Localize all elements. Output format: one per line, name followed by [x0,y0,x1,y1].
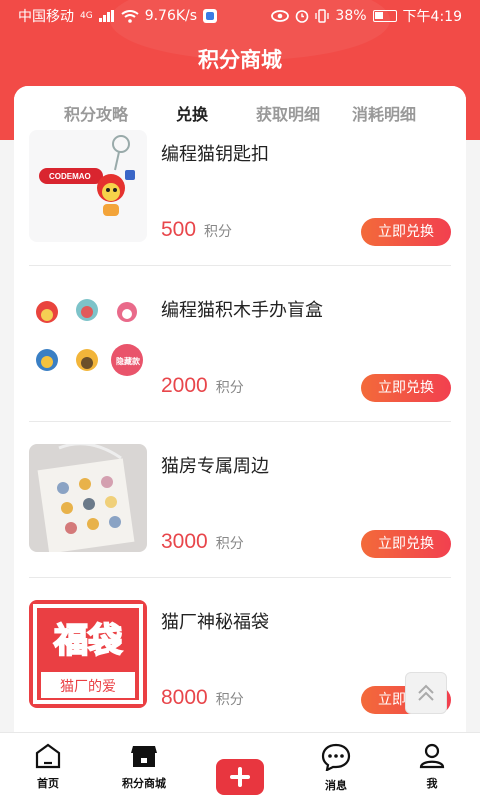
redeem-button[interactable]: 立即兑换 [361,218,451,246]
keychain-strap-label: CODEMAO [49,172,91,181]
nav-home[interactable]: 首页 [0,733,96,800]
create-button[interactable] [216,759,264,795]
carrier-label: 中国移动 [18,9,74,25]
nav-create[interactable] [192,733,288,800]
product-price: 500 积分 [161,218,232,242]
product-item[interactable]: CODEMAO 编程猫钥匙扣 500 积分 立即兑换 [29,130,451,266]
tab-points-guide[interactable]: 积分攻略 [48,101,144,125]
product-item[interactable]: 隐藏款 编程猫积木手办盲盒 2000 积分 立即兑换 [29,266,451,422]
price-unit: 积分 [215,536,244,552]
time-label: 下午4:19 [402,9,462,25]
blindbox-image: 隐藏款 [36,299,143,376]
message-icon [321,743,351,771]
keychain-image: CODEMAO [39,135,135,216]
nav-profile[interactable]: 我 [384,733,480,800]
plus-icon [230,767,250,787]
luckybag-title: 福袋 [53,621,122,661]
bottom-nav: 首页 积分商城 消息 我 [0,732,480,800]
product-image-blindbox: 隐藏款 [29,288,147,400]
redeem-button[interactable]: 立即兑换 [361,374,451,402]
back-to-top-button[interactable] [405,672,447,714]
nav-profile-label: 我 [426,777,438,790]
nav-messages-label: 消息 [325,779,347,792]
signal-icon [98,10,114,22]
status-bar: 中国移动 4G 9.76K/s 38% 下午4:19 [0,0,480,32]
luckybag-subtitle: 猫厂的爱 [60,679,116,695]
eye-icon [271,10,290,22]
alarm-icon [296,10,309,23]
profile-icon [419,743,445,769]
totebag-image [37,444,135,552]
price-unit: 积分 [215,380,244,396]
nav-shop[interactable]: 积分商城 [96,733,192,800]
shop-icon [131,746,157,767]
tab-spend-details[interactable]: 消耗明细 [336,101,432,125]
product-title: 编程猫钥匙扣 [161,144,269,165]
product-title: 编程猫积木手办盲盒 [161,300,323,321]
nav-home-label: 首页 [37,777,59,790]
nav-messages[interactable]: 消息 [288,733,384,800]
content-card: 积分攻略 兑换 获取明细 消耗明细 CODEMAO 编程猫钥匙扣 500 积分 … [14,86,466,732]
redeem-button[interactable]: 立即兑换 [361,530,451,558]
product-image-keychain: CODEMAO [29,130,147,242]
vibrate-icon [315,9,330,23]
product-price: 8000 积分 [161,686,244,710]
battery-icon [372,10,397,22]
price-value: 3000 [161,530,208,553]
product-image-luckybag: 福袋 猫厂的爱 [29,600,147,708]
shield-app-icon [203,9,218,23]
price-unit: 积分 [215,692,244,708]
price-value: 500 [161,218,197,241]
product-item[interactable]: 猫房专属周边 3000 积分 立即兑换 [29,422,451,578]
wifi-icon [121,9,139,23]
double-chevron-up-icon [418,684,434,701]
product-title: 猫厂神秘福袋 [161,612,269,633]
battery-percent: 38% [335,8,367,24]
speed-label: 9.76K/s [144,8,198,24]
product-list: CODEMAO 编程猫钥匙扣 500 积分 立即兑换 隐藏款 编程猫积木手办盲盒… [14,130,466,732]
home-icon [35,743,61,769]
status-left: 中国移动 4G 9.76K/s [18,6,218,26]
product-price: 2000 积分 [161,374,244,398]
hidden-edition-label: 隐藏款 [116,356,141,366]
product-item[interactable]: 福袋 猫厂的爱 猫厂神秘福袋 8000 积分 立即兑换 [29,578,451,732]
status-right: 38% 下午4:19 [271,6,462,26]
product-price: 3000 积分 [161,530,244,554]
price-value: 8000 [161,686,208,709]
luckybag-image: 福袋 猫厂的爱 [33,604,143,704]
tab-exchange[interactable]: 兑换 [144,101,240,125]
page-title: 积分商城 [198,48,282,72]
product-title: 猫房专属周边 [161,456,269,477]
price-value: 2000 [161,374,208,397]
tab-earn-details[interactable]: 获取明细 [240,101,336,125]
price-unit: 积分 [204,224,233,240]
nav-shop-label: 积分商城 [122,777,166,790]
product-image-totebag [29,444,147,552]
network-label: 4G [80,11,93,21]
